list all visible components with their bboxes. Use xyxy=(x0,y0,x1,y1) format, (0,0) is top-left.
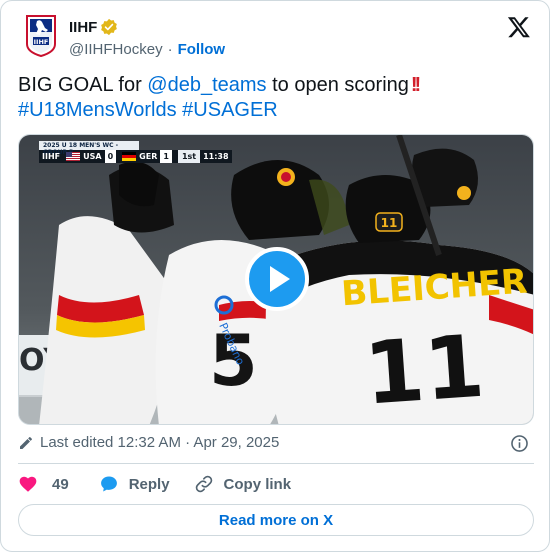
reply-button[interactable]: Reply xyxy=(99,474,170,494)
scorebug-league: IIHF xyxy=(42,152,61,161)
separator-dot: · xyxy=(167,41,173,58)
scorebug-team1: USA 0 xyxy=(63,150,119,163)
scorebug-team2: GER 1 xyxy=(119,150,175,163)
link-icon xyxy=(195,475,212,493)
team2-score: 1 xyxy=(160,150,172,163)
reply-label: Reply xyxy=(128,475,170,493)
edited-meta: Last edited 12:32 AM · Apr 29, 2025 xyxy=(18,434,279,451)
scorebug-row: IIHF USA 0 GER 1 1st 11:38 xyxy=(39,150,232,163)
svg-text:IIHF: IIHF xyxy=(34,38,49,46)
germany-flag-icon xyxy=(122,152,137,161)
copy-link-button[interactable]: Copy link xyxy=(194,474,292,494)
scorebug-title: 2025 U 18 MEN'S WC - GROUP B xyxy=(39,141,139,156)
reply-bubble-icon xyxy=(100,476,117,492)
tweet-card: IIHF IIHF @IIHFHockey · Follow BIG GOAL … xyxy=(0,0,550,552)
team1-name: USA xyxy=(83,152,102,161)
tweet-text-suffix: to open scoring xyxy=(266,74,409,96)
usa-flag-icon xyxy=(66,152,81,161)
video-player[interactable]: OYOTA 5 BLEICHER 11 11 xyxy=(18,134,534,425)
author-handle-row: @IIHFHockey · Follow xyxy=(69,41,225,58)
double-exclamation-emoji: !! xyxy=(410,74,421,96)
action-bar: 49 Reply Copy link xyxy=(18,473,291,495)
x-logo-icon[interactable] xyxy=(507,15,531,39)
like-button[interactable]: 49 xyxy=(18,474,69,494)
read-more-button[interactable]: Read more on X xyxy=(18,504,534,536)
helmet-number: 11 xyxy=(381,216,398,230)
scorebug-period: 1st xyxy=(177,150,201,163)
jersey-number: 11 xyxy=(361,317,487,425)
hashtag-link[interactable]: #U18MensWorlds xyxy=(18,99,177,121)
scorebug-clock: 11:38 xyxy=(203,152,229,161)
mention-link[interactable]: @deb_teams xyxy=(147,74,266,96)
edited-timestamp[interactable]: Last edited 12:32 AM · Apr 29, 2025 xyxy=(40,434,279,451)
verified-badge-icon xyxy=(101,18,118,36)
follow-button[interactable]: Follow xyxy=(178,41,226,58)
team1-score: 0 xyxy=(104,150,117,163)
divider xyxy=(18,463,534,464)
author-name[interactable]: IIHF xyxy=(69,19,97,36)
copy-link-label: Copy link xyxy=(223,475,292,493)
heart-icon xyxy=(19,476,37,492)
like-count: 49 xyxy=(52,475,69,493)
play-button[interactable] xyxy=(245,247,309,311)
info-icon[interactable] xyxy=(510,434,529,453)
author-name-row: IIHF xyxy=(69,18,118,36)
team2-name: GER xyxy=(139,152,158,161)
pencil-icon xyxy=(20,436,32,449)
scorebug: 2025 U 18 MEN'S WC - GROUP B IIHF USA 0 … xyxy=(39,141,232,169)
tweet-text: BIG GOAL for @deb_teams to open scoring!… xyxy=(18,73,534,123)
play-icon xyxy=(270,266,290,292)
hashtag-link[interactable]: #USAGER xyxy=(182,99,278,121)
author-handle[interactable]: @IIHFHockey xyxy=(69,41,163,58)
iihf-logo-avatar[interactable]: IIHF xyxy=(21,14,61,58)
tweet-text-prefix: BIG GOAL for xyxy=(18,74,148,96)
